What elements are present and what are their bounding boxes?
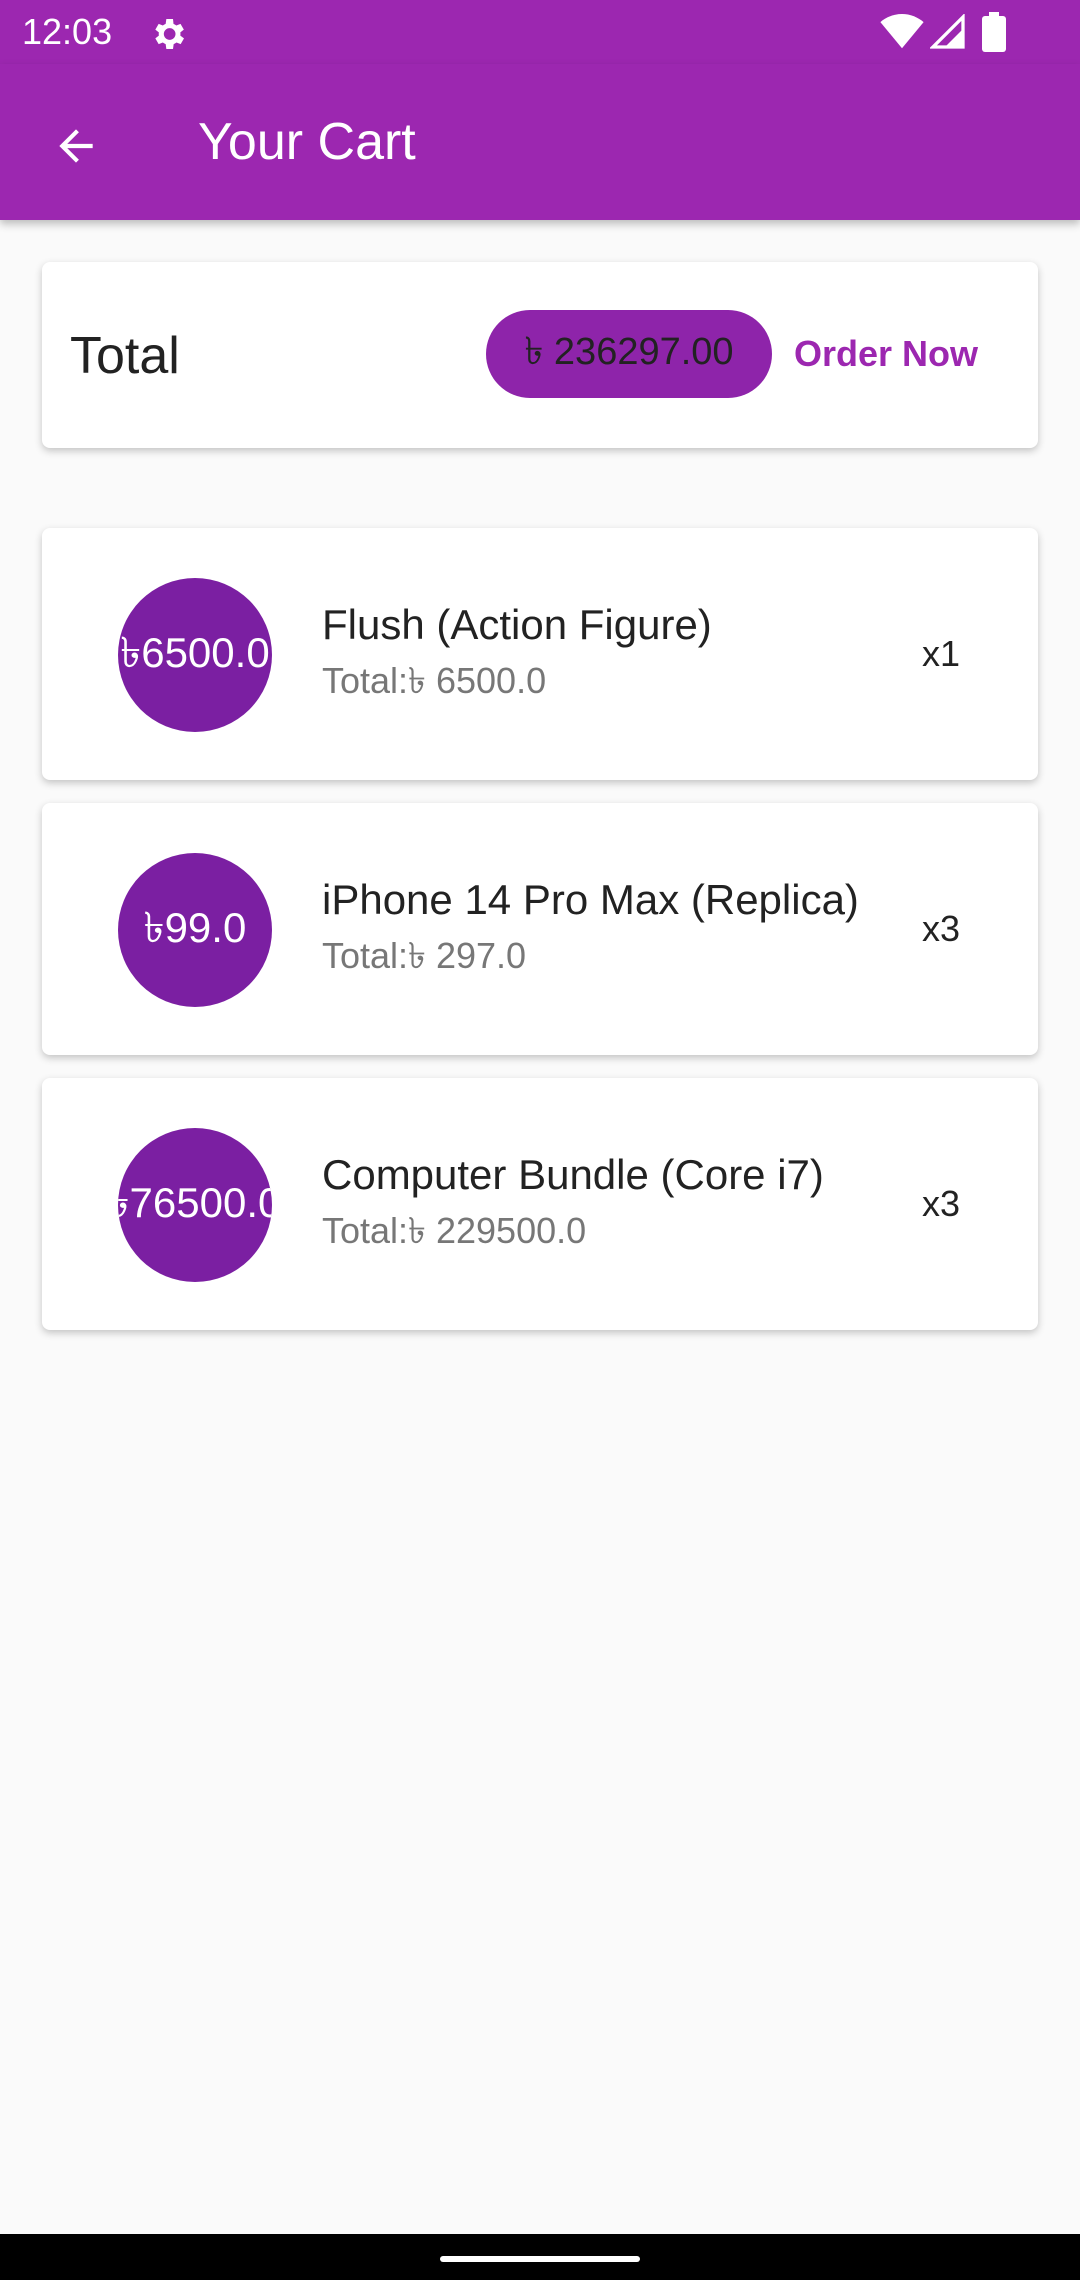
item-total: Total:৳ 6500.0 (322, 660, 547, 701)
item-name: Flush (Action Figure) (322, 601, 712, 648)
item-quantity: x1 (922, 633, 961, 674)
item-quantity: x3 (922, 908, 961, 949)
order-now-button[interactable]: Order Now (794, 324, 978, 384)
system-nav-bar (0, 2234, 1080, 2280)
arrow-back-icon (59, 129, 93, 163)
total-amount-chip: ৳ 236297.00 (486, 310, 772, 398)
home-indicator[interactable] (440, 2256, 640, 2262)
settings-icon (155, 19, 184, 49)
signal-icon (930, 14, 965, 49)
item-total: Total:৳ 229500.0 (322, 1210, 587, 1251)
total-amount: ৳ 236297.00 (524, 331, 734, 373)
page-title: Your Cart (198, 113, 416, 171)
cart-item[interactable]: ৳76500.0 Computer Bundle (Core i7) Total… (42, 1078, 1038, 1330)
status-time: 12:03 (22, 11, 113, 52)
item-price-avatar: ৳99.0 (118, 853, 272, 1007)
cart-item[interactable]: ৳6500.0 Flush (Action Figure) Total:৳ 65… (42, 528, 1038, 780)
total-label: Total (70, 327, 180, 385)
back-button[interactable] (44, 114, 108, 178)
status-bar: 12:03 (0, 0, 1080, 64)
item-total: Total:৳ 297.0 (322, 935, 527, 976)
item-price-avatar: ৳6500.0 (118, 578, 272, 732)
item-quantity: x3 (922, 1183, 961, 1224)
battery-icon (982, 12, 1006, 52)
wifi-icon (880, 14, 924, 49)
item-price-avatar: ৳76500.0 (118, 1128, 272, 1282)
item-name: iPhone 14 Pro Max (Replica) (322, 876, 859, 923)
cart-total-card: Total ৳ 236297.00 Order Now (42, 262, 1038, 448)
cart-item[interactable]: ৳99.0 iPhone 14 Pro Max (Replica) Total:… (42, 803, 1038, 1055)
app-bar: Your Cart (0, 64, 1080, 220)
item-name: Computer Bundle (Core i7) (322, 1151, 824, 1198)
